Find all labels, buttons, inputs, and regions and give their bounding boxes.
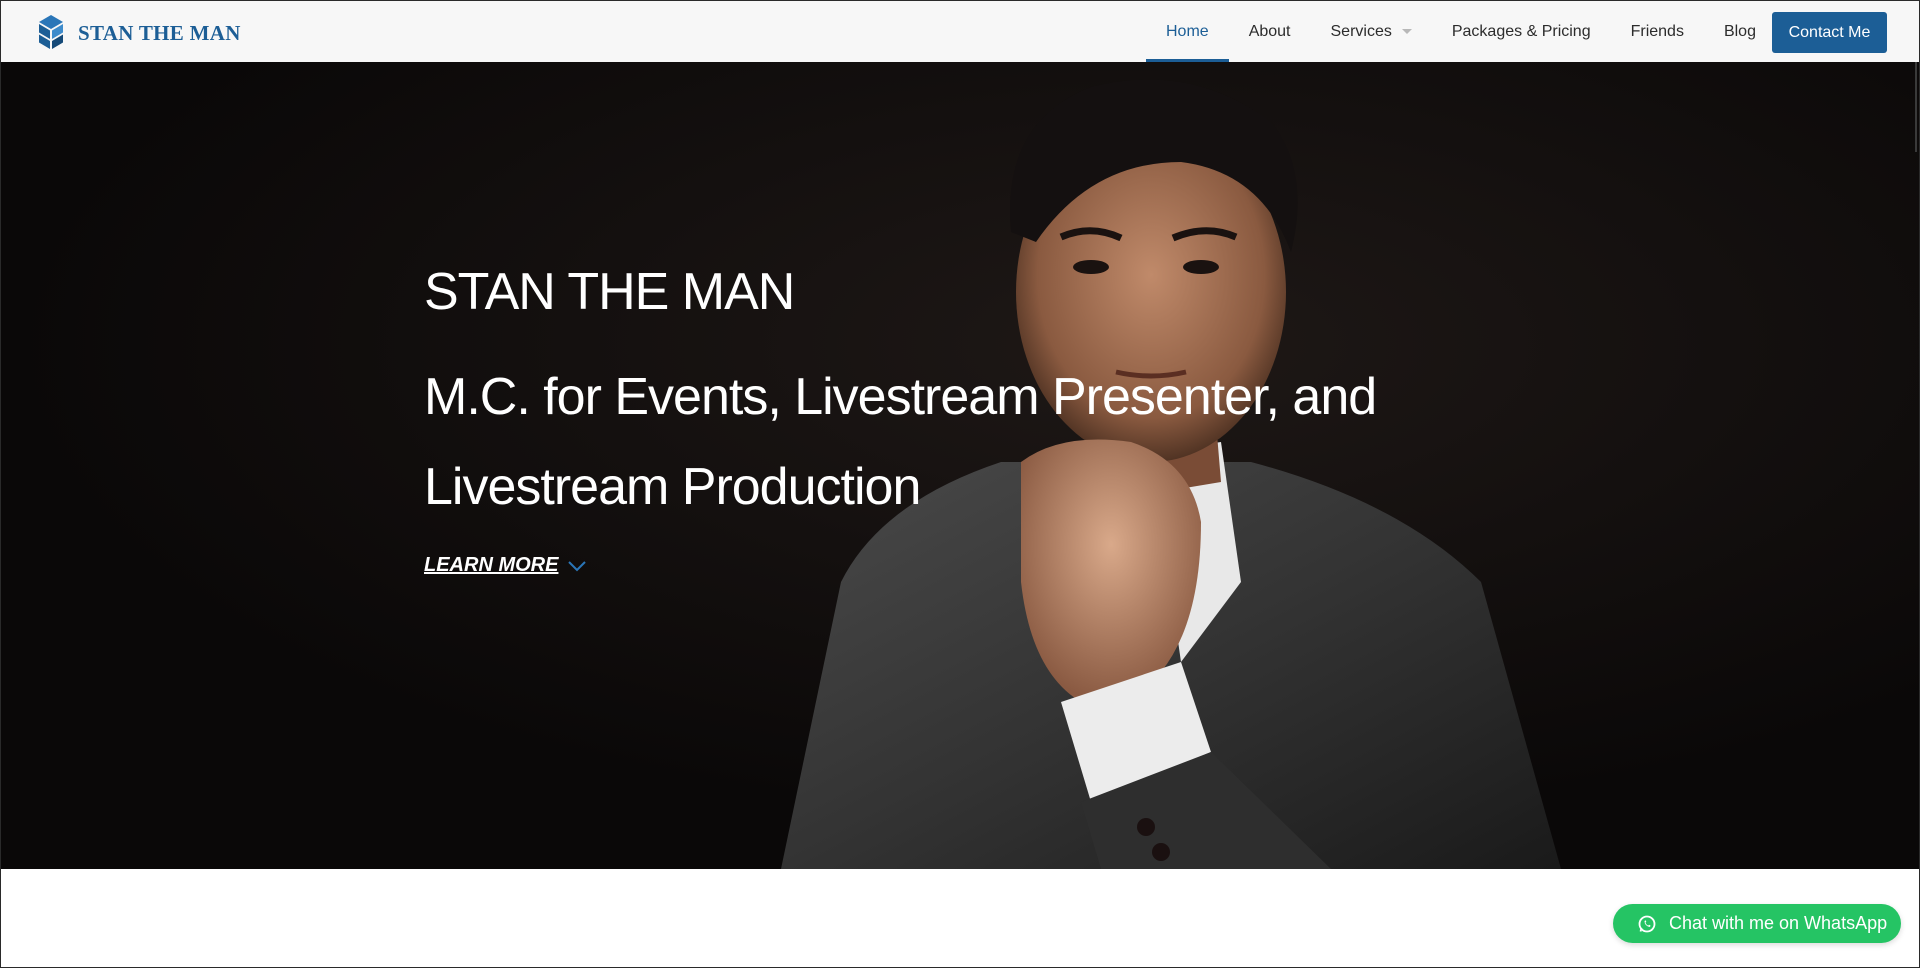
page: STAN THE MAN Home About Services Package… <box>0 0 1920 968</box>
whatsapp-icon <box>1638 915 1656 932</box>
chevron-down-icon <box>568 560 587 571</box>
learn-more-label: LEARN MORE <box>424 554 559 576</box>
hero-title: STAN THE MAN <box>424 263 795 321</box>
nav-home[interactable]: Home <box>1146 1 1229 62</box>
nav-home-label: Home <box>1166 22 1209 40</box>
nav-packages-label: Packages & Pricing <box>1451 22 1591 40</box>
nav-about[interactable]: About <box>1229 1 1311 62</box>
whatsapp-chat-button[interactable]: Chat with me on WhatsApp <box>1613 904 1901 943</box>
site-header: STAN THE MAN Home About Services Package… <box>1 1 1919 62</box>
contact-me-button[interactable]: Contact Me <box>1772 12 1887 53</box>
page-scrollbar[interactable] <box>1913 52 1919 967</box>
dropdown-caret-icon <box>1401 29 1412 34</box>
nav-friends[interactable]: Friends <box>1611 1 1704 62</box>
nav-services-label: Services <box>1330 22 1392 40</box>
logo-text: STAN THE MAN <box>78 20 241 45</box>
nav-about-label: About <box>1248 22 1291 40</box>
nav-friends-label: Friends <box>1630 22 1684 40</box>
main-nav: Home About Services Packages & Pricing F… <box>1146 1 1776 62</box>
hero-text-block: STAN THE MAN M.C. for Events, Livestream… <box>424 262 1464 577</box>
logo-mark-icon <box>39 15 63 49</box>
scrollbar-thumb[interactable] <box>1915 52 1917 152</box>
whatsapp-label: Chat with me on WhatsApp <box>1669 913 1888 933</box>
nav-packages-pricing[interactable]: Packages & Pricing <box>1432 1 1611 62</box>
nav-blog-label: Blog <box>1723 22 1756 40</box>
hero-section: STAN THE MAN M.C. for Events, Livestream… <box>1 62 1919 869</box>
learn-more-link[interactable]: LEARN MORE <box>424 554 587 577</box>
nav-services[interactable]: Services <box>1311 1 1432 62</box>
hero-subtitle: M.C. for Events, Livestream Presenter, a… <box>424 368 1377 516</box>
site-logo[interactable]: STAN THE MAN <box>38 15 241 51</box>
nav-blog[interactable]: Blog <box>1704 1 1776 62</box>
